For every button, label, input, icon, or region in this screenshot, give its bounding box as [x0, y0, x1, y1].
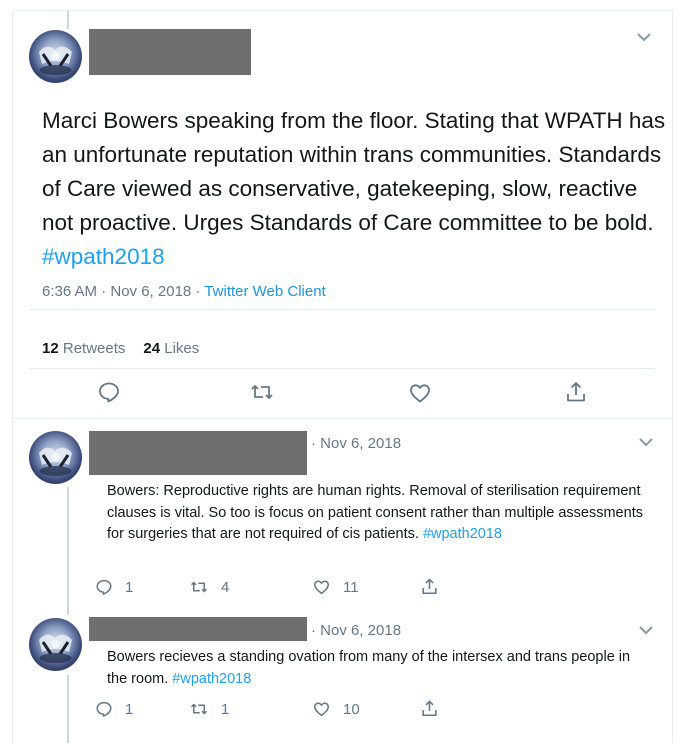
retweet-button[interactable]: 1: [189, 700, 229, 718]
redacted-author-name: [89, 29, 251, 75]
like-icon[interactable]: [408, 381, 432, 405]
divider: [13, 418, 672, 419]
reply-avatar[interactable]: [29, 431, 82, 484]
tweet-timestamp[interactable]: 6:36 AM · Nov 6, 2018 ·: [42, 283, 204, 300]
thread-connector-line: [67, 675, 69, 743]
retweet-count: 4: [221, 578, 230, 596]
reply-body: Bowers: Reproductive rights are human ri…: [107, 483, 643, 542]
retweets-count: 12: [42, 340, 59, 357]
share-icon[interactable]: [420, 699, 439, 718]
reply-icon[interactable]: [97, 380, 121, 404]
thread-connector-line: [67, 11, 69, 29]
like-count: 10: [343, 700, 360, 718]
hashtag-link[interactable]: #wpath2018: [423, 526, 502, 542]
likes-stat[interactable]: 24 Likes: [143, 340, 199, 357]
reply-button[interactable]: 1: [95, 700, 133, 718]
tweet-stats: 12 Retweets 24 Likes: [42, 340, 199, 357]
like-icon: [314, 580, 329, 595]
divider: [29, 368, 655, 369]
tweet-text: Marci Bowers speaking from the floor. St…: [42, 104, 667, 274]
reply-text: Bowers: Reproductive rights are human ri…: [107, 481, 652, 546]
retweet-icon[interactable]: [250, 380, 274, 404]
chevron-down-icon[interactable]: [637, 436, 655, 448]
reply-text: Bowers recieves a standing ovation from …: [107, 647, 652, 690]
retweets-label: Retweets: [62, 340, 126, 357]
like-button[interactable]: 11: [312, 578, 359, 596]
reply-date[interactable]: · Nov 6, 2018: [311, 622, 401, 639]
thread-connector-line: [67, 487, 69, 615]
tweet-body: Marci Bowers speaking from the floor. St…: [42, 108, 666, 235]
redacted-author-name: [89, 617, 307, 641]
share-icon[interactable]: [420, 577, 439, 596]
share-icon[interactable]: [564, 380, 588, 404]
retweet-button[interactable]: 4: [189, 578, 229, 596]
reply-date[interactable]: · Nov 6, 2018: [311, 435, 401, 452]
like-button[interactable]: 10: [312, 700, 360, 718]
likes-label: Likes: [164, 340, 200, 357]
reply-icon: [96, 579, 112, 595]
hashtag-link[interactable]: #wpath2018: [42, 244, 165, 269]
like-icon: [314, 702, 329, 717]
chevron-down-icon[interactable]: [637, 624, 655, 636]
retweet-icon: [190, 703, 208, 715]
redacted-author-name: [89, 431, 307, 475]
chevron-down-icon[interactable]: [635, 31, 653, 43]
reply-icon: [96, 701, 112, 717]
tweet-client-link[interactable]: Twitter Web Client: [204, 283, 325, 300]
reply-count: 1: [125, 578, 134, 596]
tweet-thread-card: Marci Bowers speaking from the floor. St…: [12, 10, 673, 743]
likes-count: 24: [143, 340, 161, 357]
hashtag-link[interactable]: #wpath2018: [172, 671, 251, 687]
reply-avatar[interactable]: [29, 618, 82, 671]
reply-button[interactable]: 1: [95, 578, 133, 596]
tweet-meta: 6:36 AM · Nov 6, 2018 · Twitter Web Clie…: [42, 283, 326, 300]
retweet-count: 1: [221, 700, 230, 718]
retweets-stat[interactable]: 12 Retweets: [42, 340, 125, 357]
divider: [29, 309, 655, 310]
reply-count: 1: [125, 700, 134, 718]
like-count: 11: [343, 578, 359, 596]
retweet-icon: [190, 581, 208, 593]
author-avatar[interactable]: [29, 30, 82, 83]
